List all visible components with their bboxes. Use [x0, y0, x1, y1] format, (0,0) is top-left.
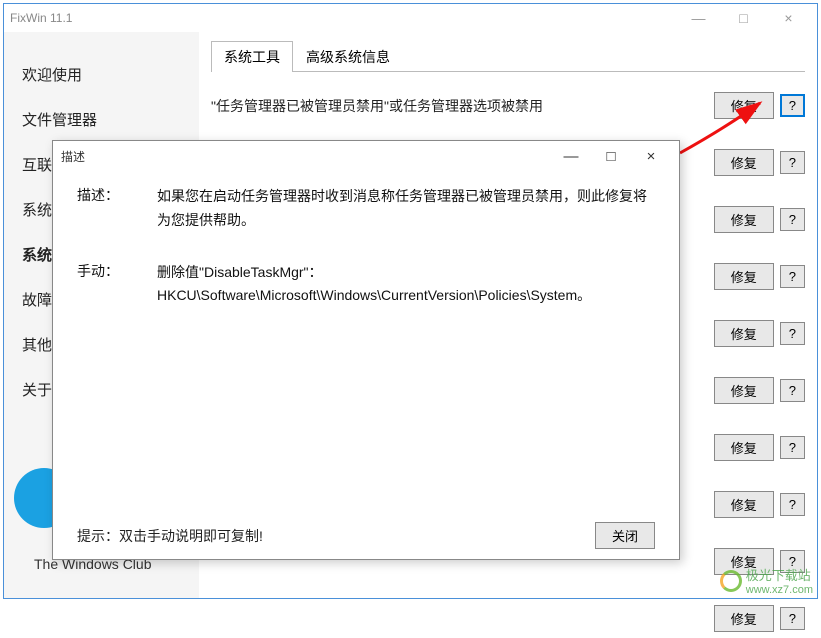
minimize-button[interactable]: —	[676, 6, 721, 30]
fix-row: "任务管理器已被管理员禁用"或任务管理器选项被禁用修复?	[211, 86, 805, 125]
dialog-manual-label: 手动：	[77, 261, 157, 309]
dialog-title: 描述	[61, 148, 551, 165]
dialog-maximize-button[interactable]: □	[591, 143, 631, 169]
help-button[interactable]: ?	[780, 265, 805, 288]
watermark-logo-icon	[720, 570, 742, 592]
description-dialog: 描述 — □ × 描述： 如果您在启动任务管理器时收到消息称任务管理器已被管理员…	[52, 140, 680, 560]
fix-button[interactable]: 修复	[714, 320, 774, 347]
help-button[interactable]: ?	[780, 322, 805, 345]
maximize-button[interactable]: □	[721, 6, 766, 30]
fix-row: 修复?	[211, 599, 805, 638]
fix-button[interactable]: 修复	[714, 605, 774, 632]
help-button[interactable]: ?	[780, 436, 805, 459]
sidebar-item-welcome[interactable]: 欢迎使用	[22, 52, 199, 97]
fix-description: "任务管理器已被管理员禁用"或任务管理器选项被禁用	[211, 96, 708, 116]
help-button[interactable]: ?	[780, 94, 805, 117]
tab-system-tools[interactable]: 系统工具	[211, 41, 293, 72]
close-button[interactable]: ×	[766, 6, 811, 30]
dialog-minimize-button[interactable]: —	[551, 143, 591, 169]
help-button[interactable]: ?	[780, 379, 805, 402]
sidebar-item-file-explorer[interactable]: 文件管理器	[22, 97, 199, 142]
help-button[interactable]: ?	[780, 493, 805, 516]
dialog-body: 描述： 如果您在启动任务管理器时收到消息称任务管理器已被管理员禁用，则此修复将为…	[53, 171, 679, 559]
tab-advanced-info[interactable]: 高级系统信息	[293, 41, 403, 72]
dialog-desc-text: 如果您在启动任务管理器时收到消息称任务管理器已被管理员禁用，则此修复将为您提供帮…	[157, 185, 655, 233]
dialog-footer: 提示：双击手动说明即可复制! 关闭	[77, 514, 655, 549]
fix-button[interactable]: 修复	[714, 92, 774, 119]
dialog-desc-label: 描述：	[77, 185, 157, 233]
dialog-titlebar[interactable]: 描述 — □ ×	[53, 141, 679, 171]
window-title: FixWin 11.1	[10, 11, 676, 25]
fix-button[interactable]: 修复	[714, 491, 774, 518]
fix-button[interactable]: 修复	[714, 263, 774, 290]
fix-button[interactable]: 修复	[714, 377, 774, 404]
fix-button[interactable]: 修复	[714, 149, 774, 176]
fix-button[interactable]: 修复	[714, 434, 774, 461]
watermark-text2: www.xz7.com	[746, 584, 813, 596]
dialog-close-button[interactable]: ×	[631, 143, 671, 169]
help-button[interactable]: ?	[780, 151, 805, 174]
main-titlebar[interactable]: FixWin 11.1 — □ ×	[4, 4, 817, 32]
tabs: 系统工具 高级系统信息	[211, 40, 805, 72]
dialog-close-action-button[interactable]: 关闭	[595, 522, 655, 549]
dialog-manual-text[interactable]: 删除值"DisableTaskMgr"： HKCU\Software\Micro…	[157, 261, 655, 309]
help-button[interactable]: ?	[780, 607, 805, 630]
dialog-hint: 提示：双击手动说明即可复制!	[77, 526, 589, 546]
watermark-text1: 极光下载站	[746, 565, 813, 584]
watermark: 极光下载站 www.xz7.com	[720, 565, 813, 596]
help-button[interactable]: ?	[780, 208, 805, 231]
fix-button[interactable]: 修复	[714, 206, 774, 233]
